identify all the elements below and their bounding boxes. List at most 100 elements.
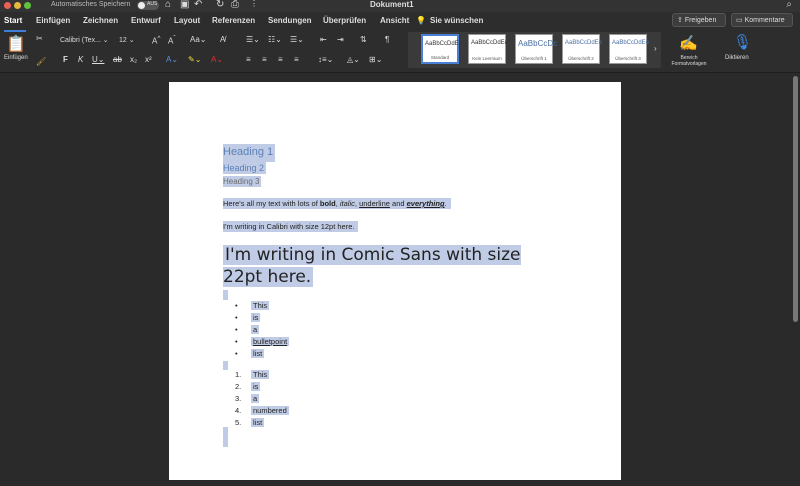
highlight-icon[interactable]: ✎⌄ <box>188 55 201 64</box>
home-icon[interactable]: ⌂ <box>165 0 171 10</box>
document-page[interactable]: Heading 1 Heading 2 Heading 3 Here's all… <box>169 82 621 480</box>
zoom-window-button[interactable] <box>24 2 31 9</box>
strikethrough-icon[interactable]: ab <box>113 55 122 64</box>
minimize-window-button[interactable] <box>14 2 21 9</box>
style-name: Standard <box>430 55 450 60</box>
numbering-icon[interactable]: ☷⌄ <box>268 35 282 44</box>
font-size-value: 12 <box>119 37 127 44</box>
tab-ueberpruefen[interactable]: Überprüfen <box>323 16 366 25</box>
align-left-icon[interactable]: ≡ <box>246 55 251 64</box>
shrink-font-icon[interactable]: Aˇ <box>168 35 176 46</box>
tab-sendungen[interactable]: Sendungen <box>268 16 312 25</box>
clipboard-icon[interactable]: 📋 <box>6 34 26 54</box>
comic-text: I'm writing in Comic Sans with size 22pt… <box>223 245 521 287</box>
search-icon[interactable]: ⌕ <box>786 0 792 10</box>
heading-2-line[interactable]: Heading 2 <box>223 162 267 174</box>
share-button[interactable]: ⇪ Freigeben <box>672 13 726 27</box>
close-window-button[interactable] <box>4 2 11 9</box>
tab-entwurf[interactable]: Entwurf <box>131 16 161 25</box>
tab-referenzen[interactable]: Referenzen <box>212 16 255 25</box>
tell-me-box[interactable]: Sie wünschen <box>430 16 483 25</box>
list-item-text: bulletpoint <box>251 337 290 346</box>
bullets-icon[interactable]: ☰⌄ <box>246 35 260 44</box>
style-heading-2[interactable]: AaBbCcDdEe Überschrift 2 <box>562 34 603 64</box>
save-icon[interactable]: ▣ <box>180 0 189 10</box>
align-right-icon[interactable]: ≡ <box>278 55 283 64</box>
cut-icon[interactable]: ✂ <box>36 34 43 43</box>
style-preview: AaBbCcDdEe <box>565 40 603 46</box>
empty-paragraph <box>223 427 228 447</box>
grow-font-icon[interactable]: A^ <box>152 35 160 46</box>
print-icon[interactable]: ⎙ <box>231 0 239 10</box>
font-name-value: Calibri (Tex... <box>60 37 101 44</box>
lightbulb-icon: 💡 <box>416 16 426 25</box>
calibri-paragraph[interactable]: I'm writing in Calibri with size 12pt he… <box>223 221 359 232</box>
style-name: Überschrift 2 <box>568 56 594 61</box>
undo-icon[interactable]: ↶ <box>194 0 202 10</box>
list-item-text: is <box>251 382 261 391</box>
share-icon: ⇪ <box>677 17 685 24</box>
tab-zeichnen[interactable]: Zeichnen <box>83 16 118 25</box>
multilevel-list-icon[interactable]: ☰⌄ <box>290 35 304 44</box>
list-item-text: list <box>251 349 265 358</box>
customize-toolbar-icon[interactable]: ⋮ <box>250 0 258 8</box>
tab-ansicht[interactable]: Ansicht <box>380 16 409 25</box>
styles-more-icon[interactable]: › <box>654 44 657 53</box>
list-item-text: a <box>251 394 260 403</box>
dictate-label: Diktieren <box>725 55 749 61</box>
underline-icon[interactable]: U⌄ <box>92 55 104 64</box>
style-standard[interactable]: AaBbCcDdEe Standard <box>421 34 463 64</box>
number-marker: 4. <box>235 406 242 415</box>
font-name-select[interactable]: Calibri (Tex... ⌄ <box>60 36 112 47</box>
bold-icon[interactable]: F <box>63 55 68 64</box>
heading-3-line[interactable]: Heading 3 <box>223 176 262 187</box>
text-run: and <box>389 199 407 208</box>
tab-layout[interactable]: Layout <box>174 16 200 25</box>
toggle-knob <box>138 2 145 9</box>
formatted-paragraph[interactable]: Here's all my text with lots of bold, it… <box>223 198 451 209</box>
redo-icon[interactable]: ↻ <box>216 0 224 10</box>
pilcrow-icon[interactable]: ¶ <box>385 35 389 44</box>
decrease-indent-icon[interactable]: ⇤ <box>320 35 327 44</box>
share-label: Freigeben <box>684 17 717 24</box>
paste-label: Einfügen <box>4 55 28 61</box>
autosave-toggle[interactable]: AUS <box>137 1 159 10</box>
style-preview: AaBbCcDc <box>518 39 558 48</box>
borders-icon[interactable]: ⊞⌄ <box>369 55 382 64</box>
italic-icon[interactable]: K <box>78 55 83 64</box>
tab-einfuegen[interactable]: Einfügen <box>36 16 70 25</box>
tab-start[interactable]: Start <box>4 16 22 25</box>
document-title: Dokument1 <box>370 0 414 9</box>
bullet-marker: • <box>235 325 238 334</box>
sort-icon[interactable]: ⇅ <box>360 35 367 44</box>
justify-icon[interactable]: ≡ <box>294 55 299 64</box>
vertical-scrollbar[interactable] <box>793 76 798 322</box>
increase-indent-icon[interactable]: ⇥ <box>337 35 344 44</box>
font-color-icon[interactable]: A⌄ <box>211 55 223 64</box>
style-no-spacing[interactable]: AaBbCcDdEe Kein Leerraum <box>468 34 508 64</box>
number-marker: 2. <box>235 382 242 391</box>
align-center-icon[interactable]: ≡ <box>262 55 267 64</box>
styles-pane-icon[interactable]: ✍ <box>679 34 698 52</box>
superscript-icon[interactable]: x² <box>145 55 152 64</box>
text-effects-icon[interactable]: A⌄ <box>166 55 178 64</box>
microphone-icon[interactable]: 🎙 <box>733 33 752 51</box>
line-spacing-icon[interactable]: ↕≡⌄ <box>318 55 333 64</box>
change-case-icon[interactable]: Aa⌄ <box>190 35 207 44</box>
style-heading-3[interactable]: AaBbCcDdEe Überschrift 3 <box>609 34 649 64</box>
style-preview: AaBbCcDdEe <box>425 41 463 47</box>
format-painter-icon[interactable]: 🖌 <box>36 57 46 66</box>
style-heading-1[interactable]: AaBbCcDc Überschrift 1 <box>515 34 557 64</box>
heading-1-line[interactable]: Heading 1 <box>223 144 276 162</box>
style-name: Überschrift 1 <box>521 56 547 61</box>
shading-icon[interactable]: ◬⌄ <box>347 55 360 64</box>
italic-text: italic <box>339 199 355 208</box>
list-item-text: This <box>251 301 270 310</box>
font-size-select[interactable]: 12 ⌄ <box>119 36 143 47</box>
comments-button[interactable]: ▭ Kommentare <box>731 13 793 27</box>
empty-paragraph <box>223 290 228 300</box>
comic-sans-paragraph[interactable]: I'm writing in Comic Sans with size 22pt… <box>223 244 543 288</box>
clear-formatting-icon[interactable]: A̸ <box>220 35 225 44</box>
bold-text: bold <box>319 199 336 208</box>
subscript-icon[interactable]: x₂ <box>130 55 137 64</box>
